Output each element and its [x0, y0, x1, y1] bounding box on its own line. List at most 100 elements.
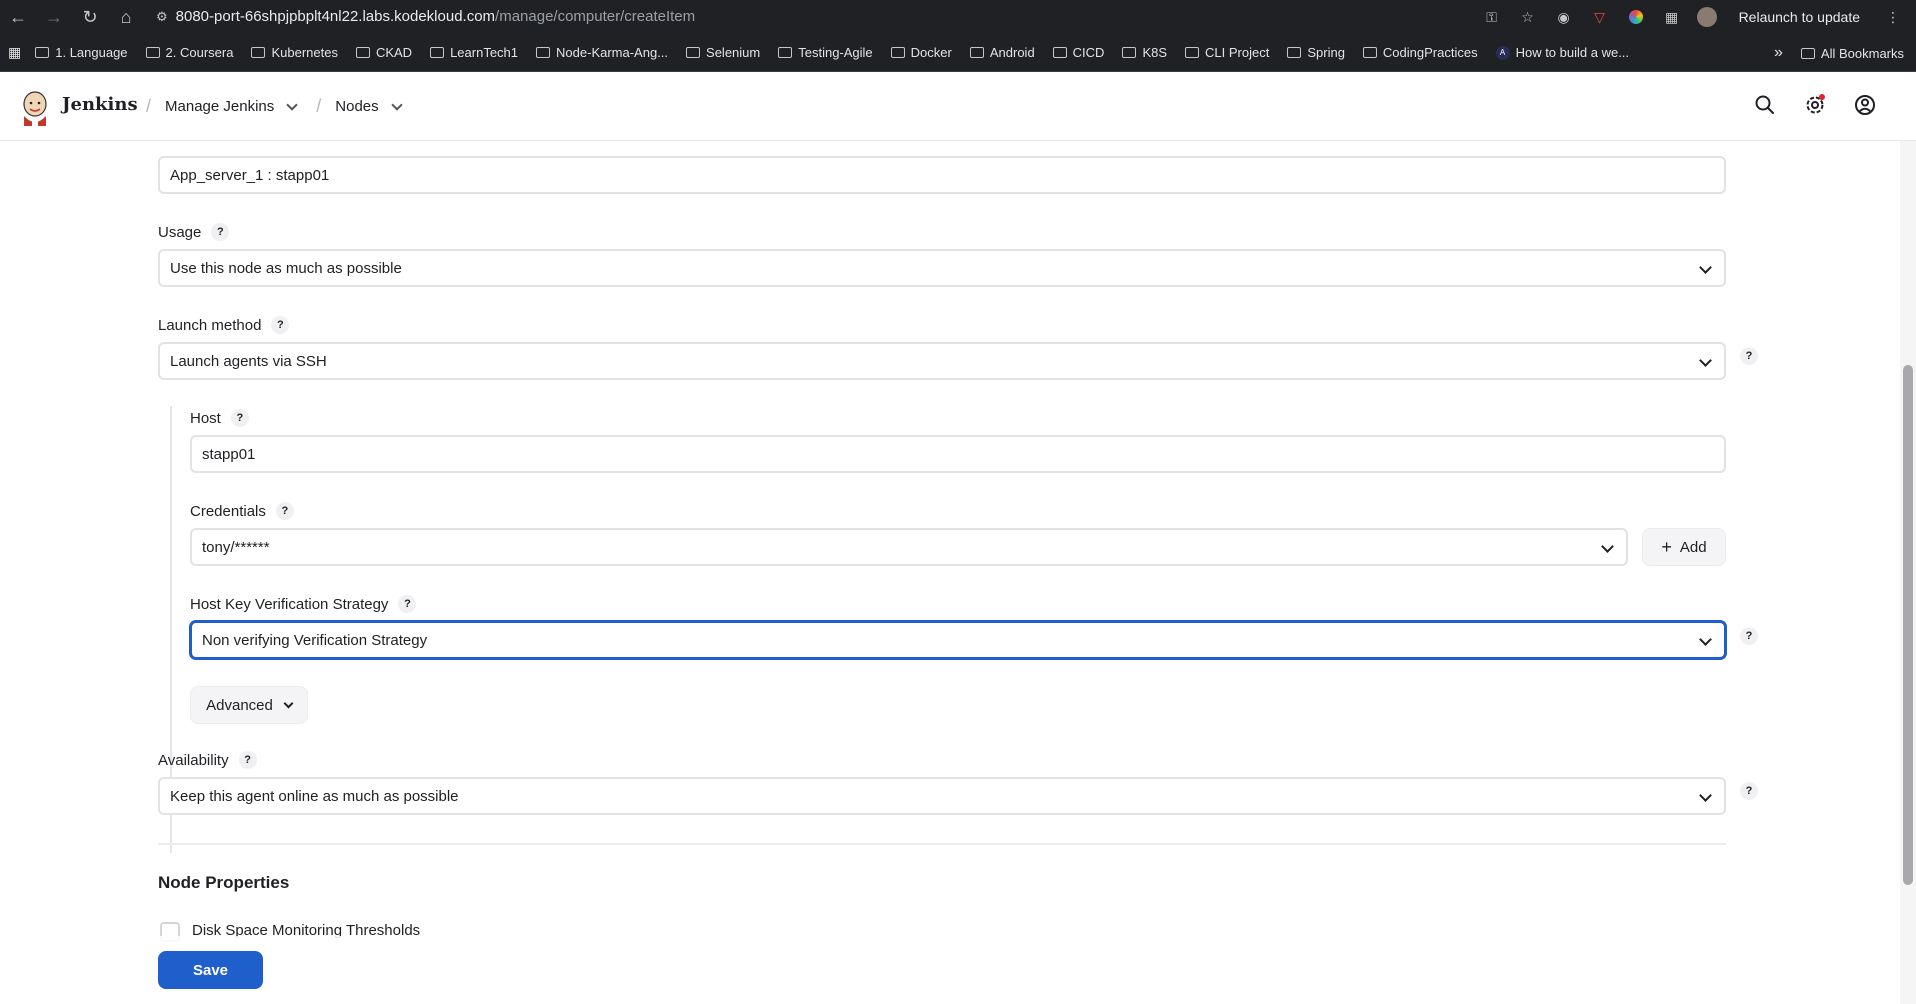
help-icon[interactable]: ?: [230, 409, 249, 427]
help-icon[interactable]: ?: [211, 223, 230, 241]
reload-icon[interactable]: ↻: [72, 0, 108, 34]
bookmark-item[interactable]: Android: [969, 45, 1035, 60]
bookmark-item[interactable]: CICD: [1052, 45, 1104, 60]
chevron-down-icon: [283, 698, 294, 708]
host-key-strategy-label: Host Key Verification Strategy?: [190, 595, 417, 613]
help-icon[interactable]: ?: [398, 595, 417, 613]
help-icon[interactable]: ?: [1740, 627, 1758, 645]
help-icon[interactable]: ?: [238, 751, 257, 769]
section-divider: [158, 843, 1726, 845]
browser-toolbar: ← → ↻ ⌂ ⚙ 8080-port-66shpjpbplt4nl22.lab…: [0, 0, 1916, 34]
plus-icon: +: [1661, 536, 1672, 557]
bookmark-item[interactable]: 2. Coursera: [145, 45, 233, 60]
usage-select[interactable]: Use this node as much as possible: [158, 249, 1726, 287]
bookmark-item[interactable]: Selenium: [686, 45, 760, 60]
breadcrumb-nodes[interactable]: Nodes: [335, 98, 378, 115]
usage-label: Usage?: [158, 223, 230, 241]
home-icon[interactable]: ⌂: [108, 0, 144, 34]
bookmark-item[interactable]: Kubernetes: [251, 45, 338, 60]
folder-icon: [145, 47, 160, 58]
breadcrumb-separator: /: [316, 96, 322, 116]
bookmark-item[interactable]: Spring: [1287, 45, 1345, 60]
launch-method-select[interactable]: Launch agents via SSH: [158, 342, 1726, 380]
help-icon[interactable]: ?: [1740, 347, 1758, 365]
labels-input[interactable]: App_server_1 : stapp01: [158, 156, 1726, 194]
extensions-icon[interactable]: ▦: [1661, 6, 1683, 28]
profile-avatar[interactable]: [1696, 7, 1717, 27]
folder-icon: [778, 47, 793, 58]
credentials-label: Credentials?: [190, 502, 294, 520]
credentials-select[interactable]: tony/******: [190, 528, 1628, 566]
bookmark-item[interactable]: Node-Karma-Ang...: [536, 45, 668, 60]
breadcrumb-manage-jenkins[interactable]: Manage Jenkins: [165, 98, 274, 115]
apps-icon[interactable]: ▦: [8, 44, 21, 61]
folder-icon: [1122, 47, 1137, 58]
jenkins-logo-icon[interactable]: [20, 88, 50, 126]
url-path: /manage/computer/createItem: [495, 8, 696, 25]
chevron-down-icon[interactable]: [286, 98, 298, 111]
bookmark-item[interactable]: Testing-Agile: [778, 45, 873, 60]
folder-icon: [1185, 47, 1200, 58]
user-icon[interactable]: [1852, 92, 1878, 118]
availability-select[interactable]: Keep this agent online as much as possib…: [158, 777, 1726, 815]
advanced-button[interactable]: Advanced: [190, 686, 308, 724]
pocket-icon[interactable]: ▽: [1589, 6, 1611, 28]
camera-icon[interactable]: ◉: [1553, 6, 1575, 28]
star-icon[interactable]: ☆: [1517, 6, 1539, 28]
host-label: Host?: [190, 409, 249, 427]
all-bookmarks[interactable]: All Bookmarks: [1800, 46, 1904, 61]
help-icon[interactable]: ?: [1740, 782, 1758, 800]
back-icon[interactable]: ←: [0, 0, 36, 34]
folder-icon: [1800, 47, 1815, 59]
gear-icon[interactable]: [1802, 92, 1828, 118]
bookmark-item[interactable]: CKAD: [355, 45, 412, 60]
jenkins-header: Jenkins / Manage Jenkins / Nodes: [0, 72, 1916, 141]
bookmark-item[interactable]: Docker: [890, 45, 952, 60]
host-input[interactable]: stapp01: [190, 435, 1726, 473]
forward-icon[interactable]: →: [36, 0, 72, 34]
folder-icon: [1362, 47, 1377, 58]
launch-method-label: Launch method?: [158, 316, 290, 334]
chevron-down-icon[interactable]: [390, 98, 403, 111]
availability-label: Availability?: [158, 751, 257, 769]
bookmark-item[interactable]: K8S: [1122, 45, 1167, 60]
node-properties-title: Node Properties: [158, 873, 290, 892]
site-favicon-icon: A: [1495, 45, 1510, 60]
bookmarks-bar: ▦ 1. Language 2. Coursera Kubernetes CKA…: [0, 34, 1916, 72]
folder-icon: [35, 47, 50, 58]
help-icon[interactable]: ?: [271, 316, 290, 334]
folder-icon: [251, 47, 266, 58]
menu-icon[interactable]: ⋮: [1882, 6, 1904, 28]
add-credentials-button[interactable]: + Add: [1642, 528, 1726, 566]
folder-icon: [536, 47, 551, 58]
jenkins-title[interactable]: Jenkins: [62, 94, 138, 115]
site-info-icon[interactable]: ⚙: [156, 9, 168, 25]
save-button[interactable]: Save: [158, 951, 263, 989]
node-config-form: App_server_1 : stapp01 Usage? Use this n…: [0, 141, 1900, 1004]
folder-icon: [1287, 47, 1302, 58]
bookmarks-overflow-icon[interactable]: »: [1774, 44, 1783, 62]
scrollbar-thumb[interactable]: [1903, 365, 1913, 885]
url-host: 8080-port-66shpjpbplt4nl22.labs.kodeklou…: [175, 8, 496, 25]
help-icon[interactable]: ?: [275, 502, 294, 520]
address-bar[interactable]: ⚙ 8080-port-66shpjpbplt4nl22.labs.kodekl…: [156, 3, 695, 31]
bookmark-item[interactable]: CodingPractices: [1362, 45, 1478, 60]
folder-icon: [1052, 47, 1067, 58]
relaunch-button[interactable]: Relaunch to update: [1730, 5, 1868, 29]
folder-icon: [969, 47, 984, 58]
bookmark-item[interactable]: 1. Language: [35, 45, 128, 60]
key-icon[interactable]: ⚿: [1481, 6, 1503, 28]
bottom-action-bar: [0, 936, 1900, 1004]
breadcrumb: / Manage Jenkins / Nodes: [146, 96, 403, 117]
bookmark-item[interactable]: A How to build a we...: [1495, 45, 1629, 60]
folder-icon: [355, 47, 370, 58]
folder-icon: [890, 47, 905, 58]
folder-icon: [686, 47, 701, 58]
host-key-strategy-select[interactable]: Non verifying Verification Strategy: [190, 621, 1726, 659]
bookmark-item[interactable]: CLI Project: [1185, 45, 1269, 60]
search-icon[interactable]: [1752, 92, 1778, 118]
color-extension-icon[interactable]: [1625, 6, 1647, 28]
breadcrumb-separator: /: [146, 96, 152, 116]
folder-icon: [430, 47, 445, 58]
bookmark-item[interactable]: LearnTech1: [430, 45, 518, 60]
